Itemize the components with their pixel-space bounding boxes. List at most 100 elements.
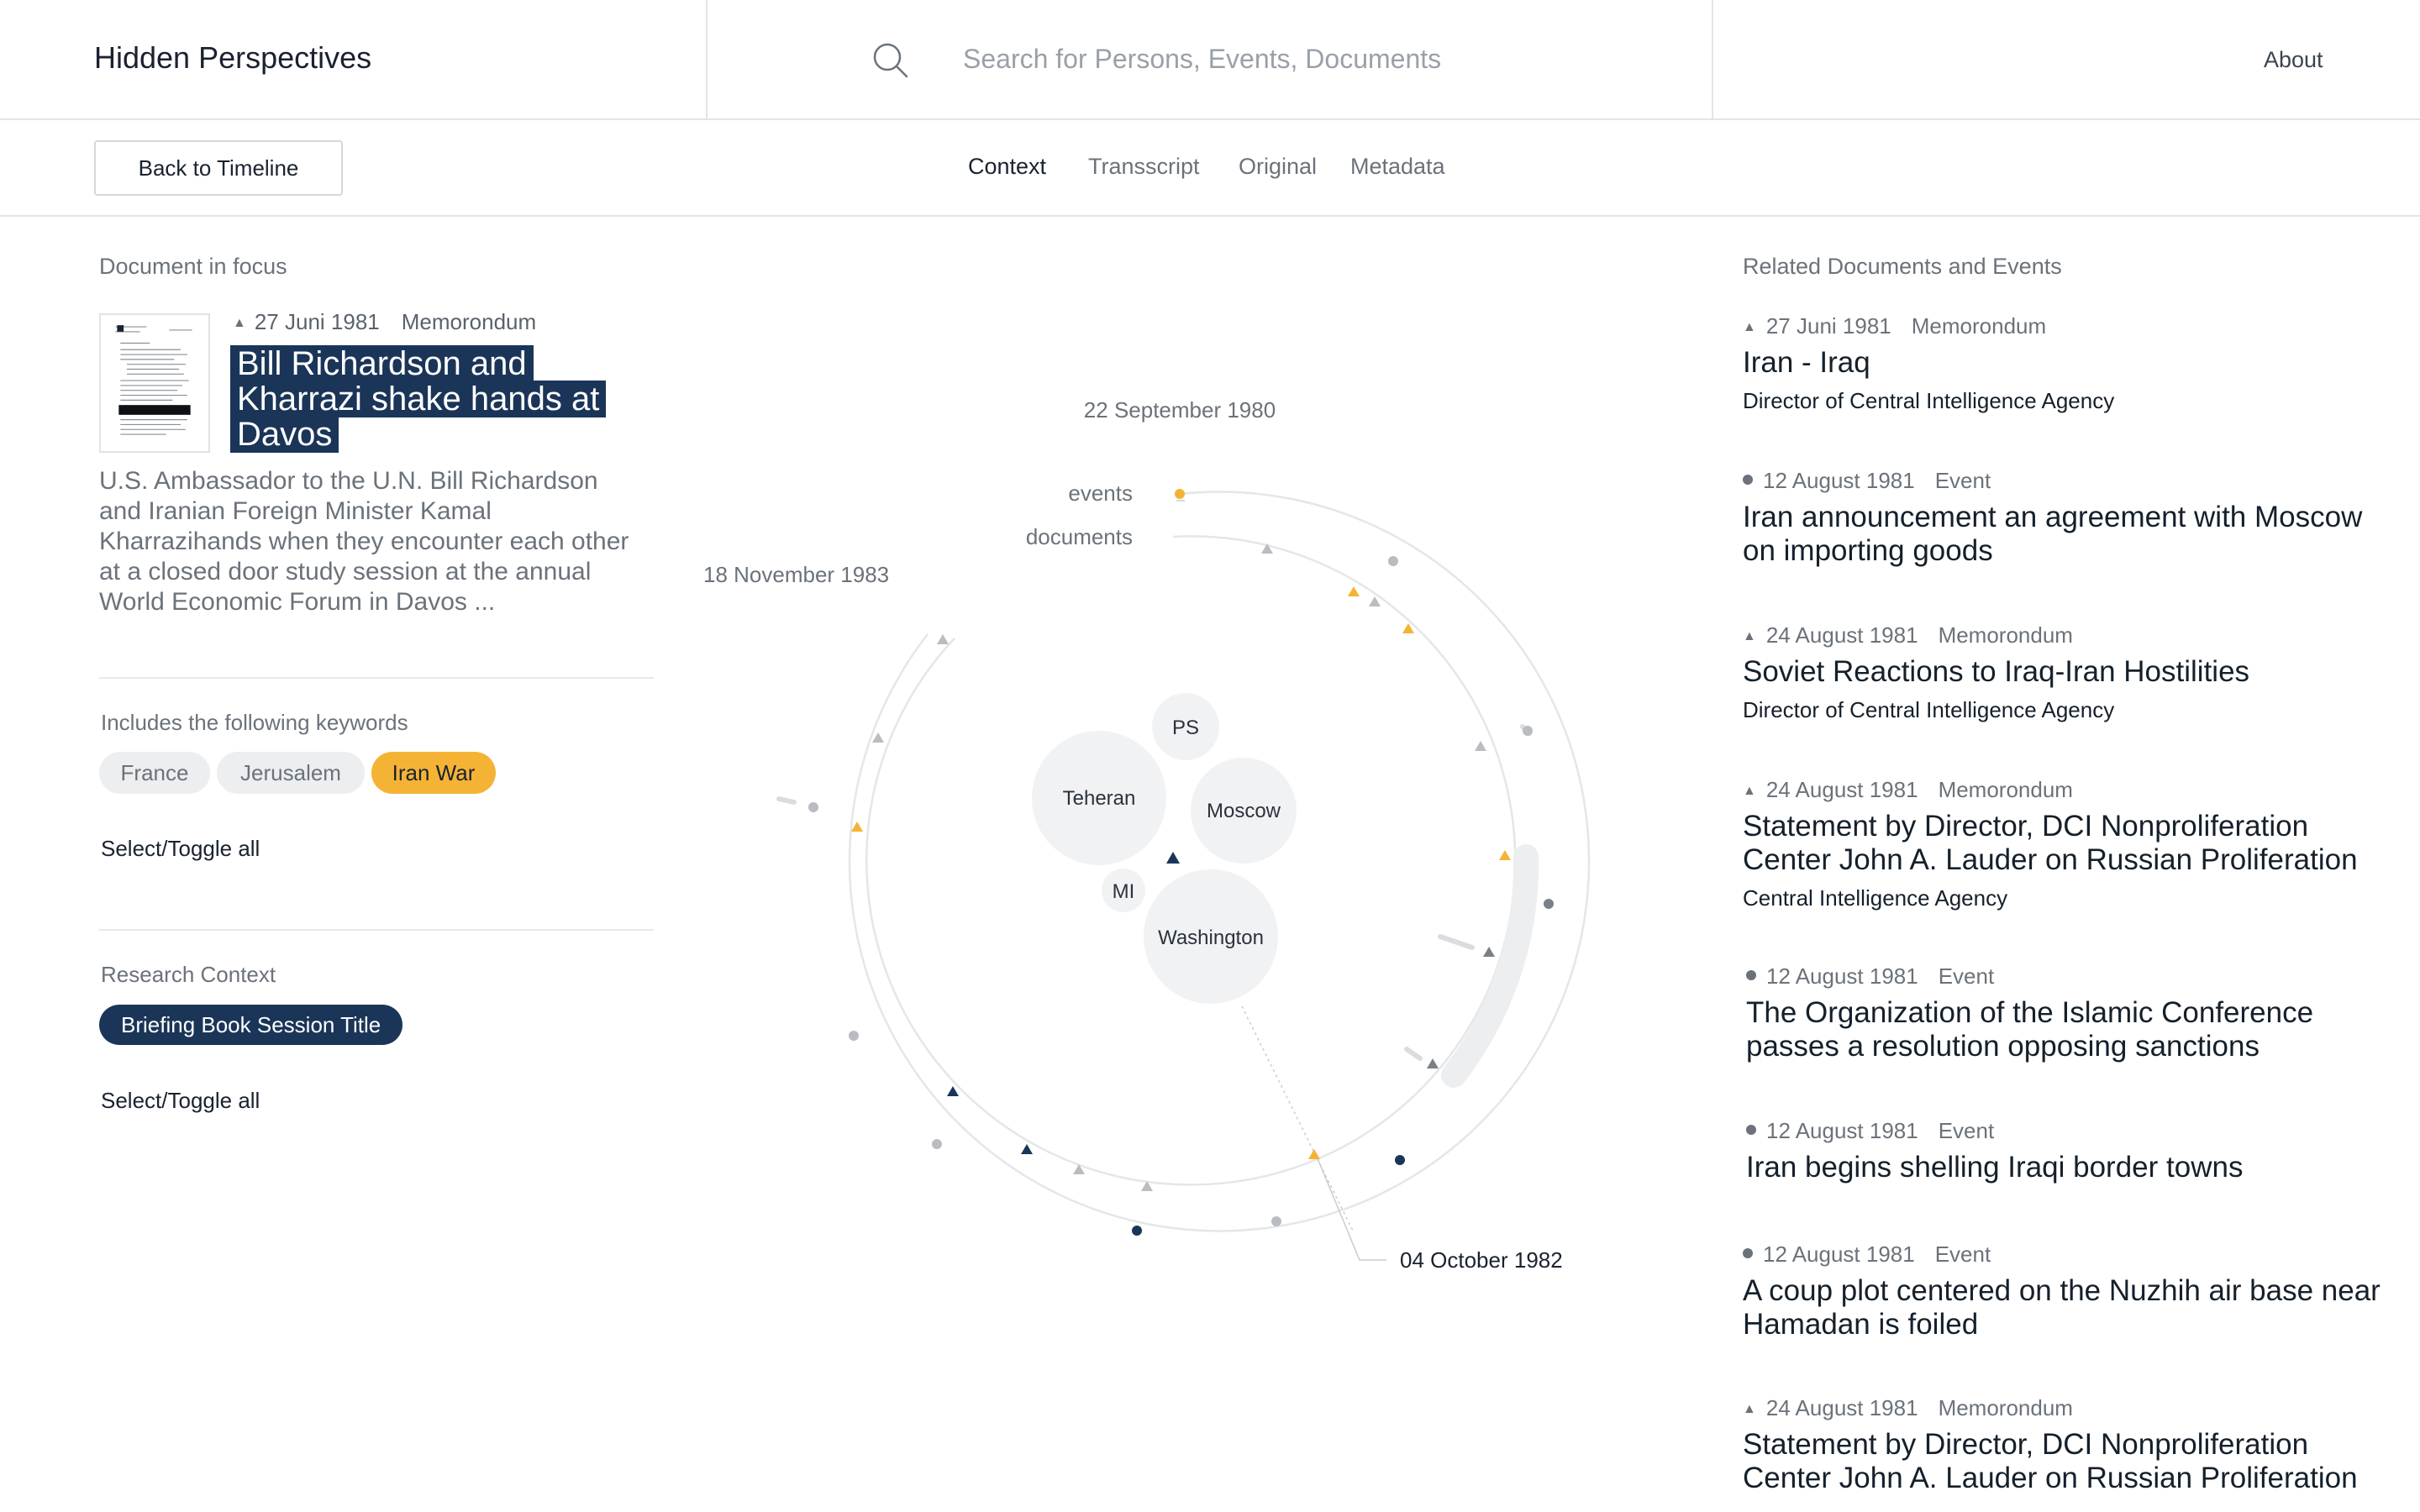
related-item-title[interactable]: Soviet Reactions to Iraq-Iran Hostilitie… xyxy=(1743,655,2381,689)
tab-original[interactable]: Original xyxy=(1239,154,1317,180)
header-divider xyxy=(706,0,708,120)
keywords-toggle-all[interactable]: Select/Toggle all xyxy=(101,836,260,862)
related-item[interactable]: 12 August 1981 Event The Organization of … xyxy=(1746,961,2385,1063)
selected-range-arc[interactable] xyxy=(1441,844,1539,1088)
related-item-date: 12 August 1981 xyxy=(1766,963,1918,989)
related-item-date: 24 August 1981 xyxy=(1765,622,1918,648)
document-triangle[interactable] xyxy=(947,1086,959,1096)
tab-transscript[interactable]: Transscript xyxy=(1088,154,1200,180)
memorandum-triangle-icon: ▲ xyxy=(1743,784,1756,798)
related-item-title[interactable]: The Organization of the Islamic Conferen… xyxy=(1746,996,2385,1063)
tab-metadata[interactable]: Metadata xyxy=(1350,154,1445,180)
bubble-label-moscow: Moscow xyxy=(1207,800,1281,822)
research-toggle-all[interactable]: Select/Toggle all xyxy=(101,1088,260,1114)
event-dot[interactable] xyxy=(1544,899,1554,909)
connector-line xyxy=(1241,1005,1354,1231)
document-triangle[interactable] xyxy=(1021,1144,1033,1154)
related-item-meta: 12 August 1981 Event xyxy=(1743,1239,2381,1269)
memorandum-triangle-icon: ▲ xyxy=(233,316,246,330)
focus-type: Memorondum xyxy=(401,309,537,334)
document-triangle[interactable] xyxy=(1483,947,1495,957)
related-item[interactable]: 12 August 1981 Event Iran begins shelling… xyxy=(1746,1116,2385,1184)
ring-label-events: events xyxy=(1068,480,1133,506)
event-dot[interactable] xyxy=(1523,726,1533,736)
focus-description: U.S. Ambassador to the U.N. Bill Richard… xyxy=(99,467,629,616)
keyword-chip-france[interactable]: France xyxy=(99,752,210,794)
divider xyxy=(99,677,654,679)
related-item[interactable]: 12 August 1981 Event A coup plot centered… xyxy=(1743,1239,2381,1341)
related-item-title[interactable]: Statement by Director, DCI Nonproliferat… xyxy=(1743,810,2381,877)
related-item-kind: Memorondum xyxy=(1938,1395,2073,1420)
event-dot[interactable] xyxy=(1271,1216,1281,1226)
about-link[interactable]: About xyxy=(2264,47,2323,73)
bubble-label-ps: PS xyxy=(1172,717,1199,739)
related-item-meta: ▲ 27 Juni 1981 Memorondum xyxy=(1743,311,2381,341)
related-item[interactable]: 12 August 1981 Event Iran announcement an… xyxy=(1743,465,2381,568)
context-radial-timeline[interactable]: PS Teheran Moscow MI Washington 22 Septe… xyxy=(672,353,1731,1310)
bubble-label-teheran: Teheran xyxy=(1063,787,1136,810)
keyword-chip-jerusalem[interactable]: Jerusalem xyxy=(217,752,365,794)
related-item-meta: ▲ 24 August 1981 Memorondum xyxy=(1743,620,2381,650)
divider xyxy=(99,929,654,931)
related-item-title[interactable]: Iran begins shelling Iraqi border towns xyxy=(1746,1151,2385,1184)
related-item[interactable]: ▲ 24 August 1981 Memorondum Soviet Reactio… xyxy=(1743,620,2381,723)
memorandum-triangle-icon: ▲ xyxy=(1743,629,1756,643)
related-item-kind: Memorondum xyxy=(1938,777,2073,802)
memorandum-triangle-icon: ▲ xyxy=(1743,1402,1756,1416)
document-triangle[interactable] xyxy=(1348,586,1360,596)
date-label-top: 22 September 1980 xyxy=(1084,397,1276,423)
related-item-date: 27 Juni 1981 xyxy=(1765,313,1891,339)
app-title[interactable]: Hidden Perspectives xyxy=(94,40,371,76)
related-item-meta: ▲ 24 August 1981 Memorondum xyxy=(1743,1393,2381,1423)
related-item-title[interactable]: Iran - Iraq xyxy=(1743,346,2381,380)
focus-triangle-marker[interactable] xyxy=(1166,852,1180,864)
document-triangle[interactable] xyxy=(851,822,863,832)
related-item-title[interactable]: A coup plot centered on the Nuzhih air b… xyxy=(1743,1274,2381,1341)
event-dot[interactable] xyxy=(808,802,818,812)
related-item-kind: Memorondum xyxy=(1911,313,2047,339)
back-to-timeline-button[interactable]: Back to Timeline xyxy=(94,140,343,196)
document-triangle[interactable] xyxy=(1369,596,1381,606)
document-toolbar: Back to Timeline Context Transscript Ori… xyxy=(0,120,2420,217)
document-triangle[interactable] xyxy=(1499,850,1511,860)
header-divider xyxy=(1712,0,1713,120)
research-context-pill[interactable]: Briefing Book Session Title xyxy=(99,1005,403,1045)
tick-dash xyxy=(1438,934,1475,950)
document-triangle[interactable] xyxy=(1475,741,1486,751)
document-triangle[interactable] xyxy=(1427,1058,1439,1068)
related-item-title[interactable]: Statement by Director, DCI Nonproliferat… xyxy=(1743,1428,2381,1495)
event-dot-icon xyxy=(1743,1248,1753,1258)
date-label-bottom: 04 October 1982 xyxy=(1400,1247,1563,1273)
keywords-label: Includes the following keywords xyxy=(101,710,408,735)
ring-label-documents: documents xyxy=(1026,524,1133,549)
related-item-date: 12 August 1981 xyxy=(1763,468,1915,493)
event-dot[interactable] xyxy=(932,1139,942,1149)
document-triangle[interactable] xyxy=(872,732,884,743)
keyword-chip-iran-war[interactable]: Iran War xyxy=(371,752,496,794)
memorandum-triangle-icon: ▲ xyxy=(1743,320,1756,334)
related-item-meta: 12 August 1981 Event xyxy=(1743,465,2381,496)
documents-ring xyxy=(865,535,1517,1186)
related-item[interactable]: ▲ 24 August 1981 Memorondum Statement by D… xyxy=(1743,774,2381,911)
related-item-title[interactable]: Iran announcement an agreement with Mosc… xyxy=(1743,501,2381,568)
tab-context[interactable]: Context xyxy=(968,154,1046,180)
search-input[interactable] xyxy=(963,37,1686,81)
related-item-kind: Event xyxy=(1938,963,1995,989)
related-item[interactable]: ▲ 24 August 1981 Memorondum Statement by D… xyxy=(1743,1393,2381,1495)
focus-title[interactable]: Bill Richardson and Kharrazi shake hands… xyxy=(230,345,634,453)
document-thumbnail[interactable] xyxy=(99,313,210,453)
document-triangle[interactable] xyxy=(937,634,949,644)
event-dot[interactable] xyxy=(1132,1226,1142,1236)
document-triangle[interactable] xyxy=(1308,1149,1320,1159)
event-dot-icon xyxy=(1746,1125,1756,1135)
search-icon[interactable] xyxy=(871,40,911,81)
event-dot[interactable] xyxy=(1175,489,1185,499)
event-dot[interactable] xyxy=(849,1031,859,1041)
event-dot[interactable] xyxy=(1395,1155,1405,1165)
related-item[interactable]: ▲ 27 Juni 1981 Memorondum Iran - Iraq Dire… xyxy=(1743,311,2381,414)
event-dot-icon xyxy=(1743,475,1753,485)
related-item-kind: Event xyxy=(1934,468,1991,493)
related-item-kind: Event xyxy=(1938,1118,1995,1143)
event-dot[interactable] xyxy=(1388,556,1398,566)
related-item-date: 24 August 1981 xyxy=(1765,1395,1918,1420)
